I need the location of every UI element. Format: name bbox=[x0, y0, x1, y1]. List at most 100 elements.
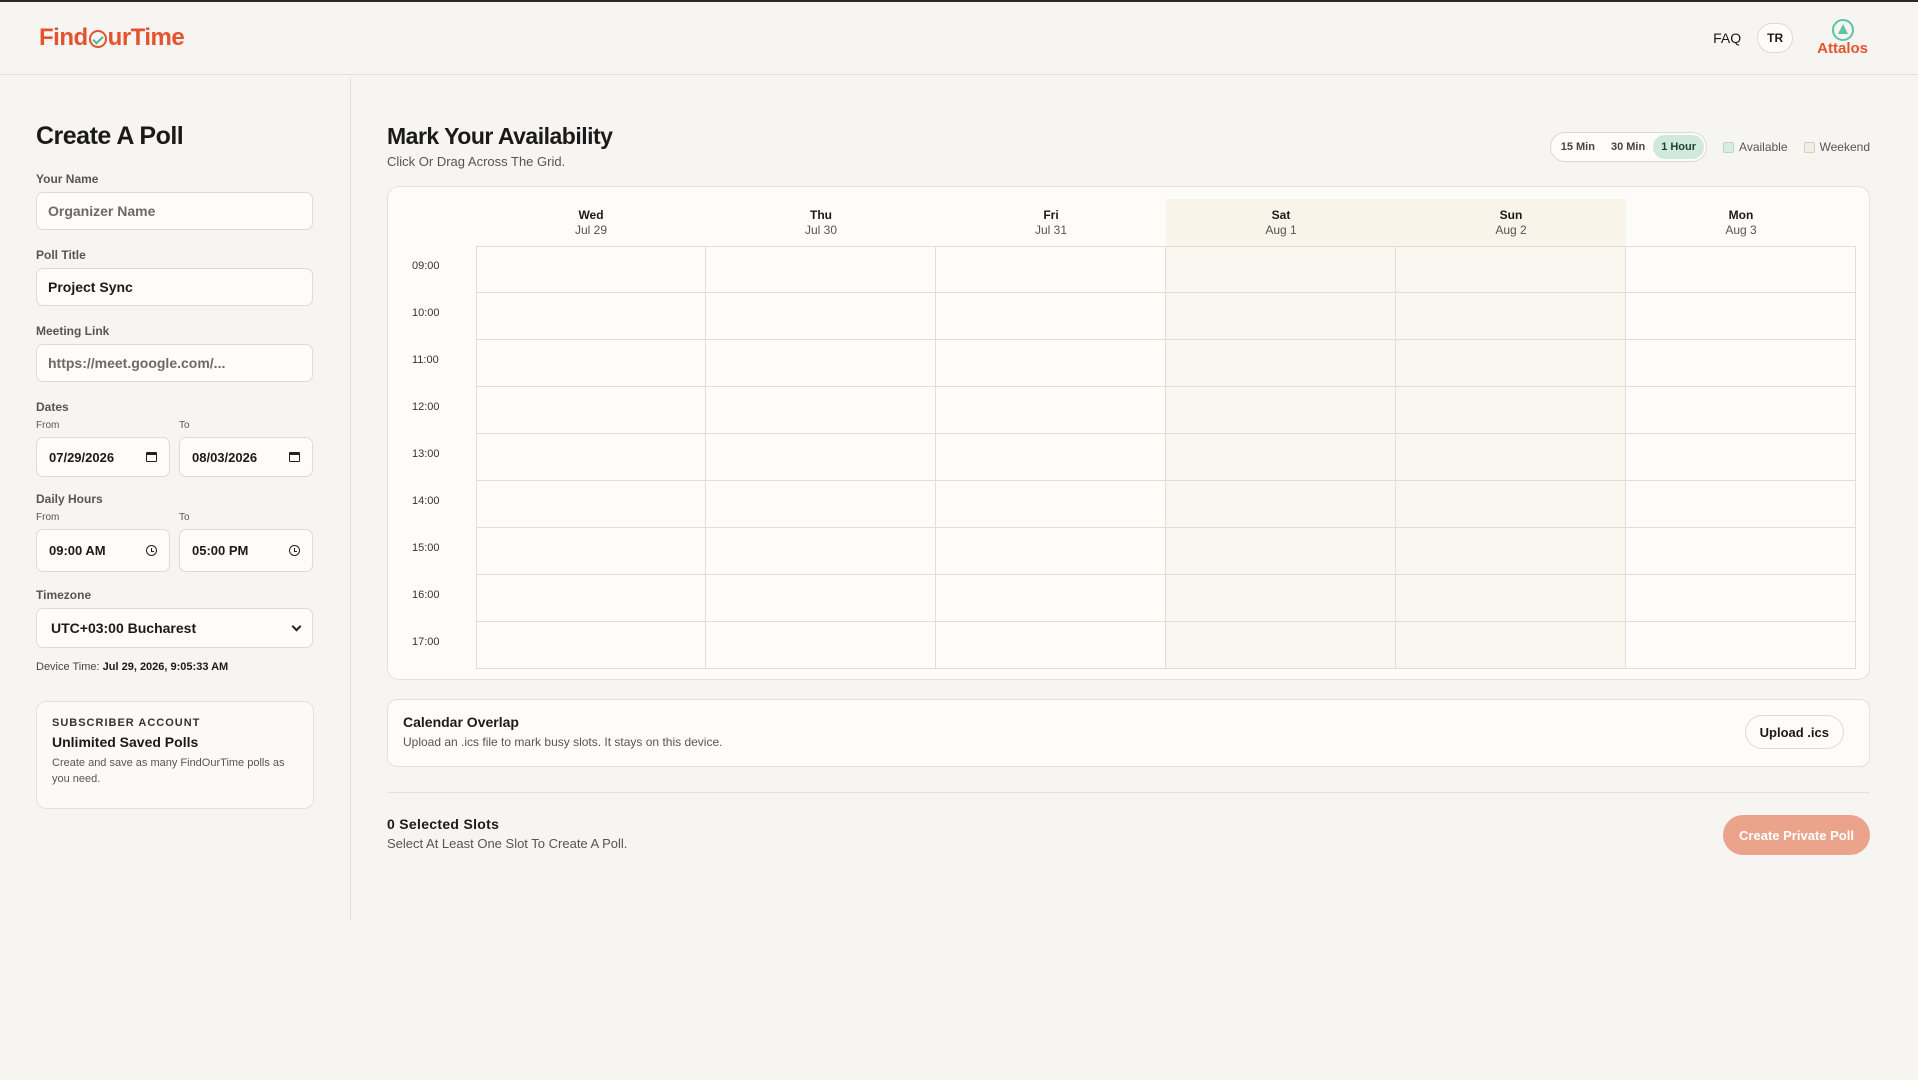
day-name: Mon bbox=[1728, 208, 1754, 222]
timezone-select[interactable]: UTC+03:00 Bucharest bbox=[36, 608, 313, 648]
time-slot-cell[interactable] bbox=[476, 434, 706, 481]
granularity-toggle: 15 Min 30 Min 1 Hour bbox=[1549, 132, 1708, 162]
time-slot-cell[interactable] bbox=[936, 528, 1166, 575]
time-slot-cell[interactable] bbox=[936, 246, 1166, 293]
time-slot-cell[interactable] bbox=[476, 340, 706, 387]
legend-weekend: Weekend bbox=[1803, 140, 1870, 154]
hour-label: 16:00 bbox=[412, 589, 440, 601]
granularity-1-hour[interactable]: 1 Hour bbox=[1653, 135, 1705, 159]
time-slot-cell[interactable] bbox=[936, 434, 1166, 481]
time-slot-cell[interactable] bbox=[1166, 293, 1396, 340]
time-slot-cell[interactable] bbox=[706, 340, 936, 387]
time-slot-cell[interactable] bbox=[1166, 528, 1396, 575]
day-header-mon: Mon Aug 3 bbox=[1626, 199, 1856, 246]
time-slot-cell[interactable] bbox=[706, 293, 936, 340]
time-slot-cell[interactable] bbox=[936, 481, 1166, 528]
chevron-down-icon bbox=[291, 621, 302, 631]
date-to-input[interactable]: 08/03/2026 bbox=[179, 437, 313, 477]
time-slot-cell[interactable] bbox=[1166, 481, 1396, 528]
time-slot-cell[interactable] bbox=[1396, 293, 1626, 340]
clock-icon[interactable] bbox=[146, 545, 157, 556]
time-slot-cell[interactable] bbox=[706, 528, 936, 575]
day-header-sun: Sun Aug 2 bbox=[1396, 199, 1626, 246]
time-slot-cell[interactable] bbox=[1626, 622, 1856, 669]
time-slot-cell[interactable] bbox=[476, 293, 706, 340]
hours-to-value: 05:00 PM bbox=[192, 543, 249, 558]
time-slot-cell[interactable] bbox=[476, 481, 706, 528]
time-slot-cell[interactable] bbox=[1396, 575, 1626, 622]
time-slot-cell[interactable] bbox=[1626, 575, 1856, 622]
logo[interactable]: Find ur Time bbox=[39, 24, 185, 52]
time-slot-cell[interactable] bbox=[1396, 528, 1626, 575]
time-slot-cell[interactable] bbox=[1626, 340, 1856, 387]
create-private-poll-button[interactable]: Create Private Poll bbox=[1723, 815, 1870, 855]
time-slot-cell[interactable] bbox=[476, 575, 706, 622]
time-slot-cell[interactable] bbox=[1166, 340, 1396, 387]
time-slot-cell[interactable] bbox=[706, 622, 936, 669]
faq-link[interactable]: FAQ bbox=[1713, 30, 1741, 46]
meeting-link-input[interactable]: https://meet.google.com/... bbox=[36, 344, 313, 382]
time-slot-cell[interactable] bbox=[476, 246, 706, 293]
time-slot-cell[interactable] bbox=[706, 246, 936, 293]
partner-logo[interactable]: Attalos bbox=[1817, 19, 1868, 57]
hour-label: 13:00 bbox=[412, 448, 440, 460]
time-slot-cell[interactable] bbox=[1166, 387, 1396, 434]
time-slot-cell[interactable] bbox=[936, 387, 1166, 434]
time-slot-cell[interactable] bbox=[1626, 434, 1856, 481]
time-slot-cell[interactable] bbox=[706, 434, 936, 481]
time-slot-cell[interactable] bbox=[476, 528, 706, 575]
legend-available-label: Available bbox=[1739, 140, 1788, 154]
hours-to-input[interactable]: 05:00 PM bbox=[179, 529, 313, 572]
granularity-15-min[interactable]: 15 Min bbox=[1553, 135, 1603, 159]
create-poll-sidebar: Create A Poll Your Name Organizer Name P… bbox=[0, 77, 351, 920]
day-date: Aug 1 bbox=[1265, 223, 1297, 237]
language-toggle[interactable]: TR bbox=[1757, 23, 1794, 53]
time-slot-cell[interactable] bbox=[1626, 481, 1856, 528]
day-header-fri: Fri Jul 31 bbox=[936, 199, 1166, 246]
time-slot-cell[interactable] bbox=[1396, 340, 1626, 387]
time-slot-cell[interactable] bbox=[1396, 246, 1626, 293]
hour-label: 10:00 bbox=[412, 307, 440, 319]
calendar-icon[interactable] bbox=[289, 452, 300, 462]
daily-hours-label: Daily Hours bbox=[36, 492, 103, 506]
time-slot-cell[interactable] bbox=[476, 387, 706, 434]
time-slot-cell[interactable] bbox=[1626, 246, 1856, 293]
hour-label: 14:00 bbox=[412, 495, 440, 507]
logo-time-text: Time bbox=[130, 24, 185, 51]
time-slot-cell[interactable] bbox=[1396, 387, 1626, 434]
day-date: Jul 29 bbox=[574, 223, 608, 237]
time-slot-cell[interactable] bbox=[706, 575, 936, 622]
time-slot-cell[interactable] bbox=[1166, 575, 1396, 622]
time-slot-cell[interactable] bbox=[706, 387, 936, 434]
time-slot-cell[interactable] bbox=[706, 481, 936, 528]
time-slot-cell[interactable] bbox=[1396, 434, 1626, 481]
clock-icon[interactable] bbox=[289, 545, 300, 556]
poll-title-input[interactable]: Project Sync bbox=[36, 268, 313, 306]
time-slot-cell[interactable] bbox=[936, 575, 1166, 622]
date-from-label: From bbox=[36, 420, 60, 431]
time-slot-cell[interactable] bbox=[1396, 481, 1626, 528]
time-slot-cell[interactable] bbox=[936, 340, 1166, 387]
logo-our-text: ur bbox=[107, 24, 132, 51]
day-header-sat: Sat Aug 1 bbox=[1166, 199, 1396, 246]
time-slot-cell[interactable] bbox=[1166, 622, 1396, 669]
upload-ics-button[interactable]: Upload .ics bbox=[1744, 715, 1844, 749]
time-slot-cell[interactable] bbox=[936, 622, 1166, 669]
hours-from-input[interactable]: 09:00 AM bbox=[36, 529, 170, 572]
time-slot-cell[interactable] bbox=[476, 622, 706, 669]
your-name-input[interactable]: Organizer Name bbox=[36, 192, 313, 230]
time-slot-cell[interactable] bbox=[1166, 246, 1396, 293]
time-slot-cell[interactable] bbox=[1626, 387, 1856, 434]
time-slot-cell[interactable] bbox=[936, 293, 1166, 340]
time-slot-cell[interactable] bbox=[1396, 622, 1626, 669]
time-slot-cell[interactable] bbox=[1626, 293, 1856, 340]
time-slot-cell[interactable] bbox=[1626, 528, 1856, 575]
time-slot-cell[interactable] bbox=[1166, 434, 1396, 481]
grid-controls: 15 Min 30 Min 1 Hour Available Weekend bbox=[1549, 132, 1870, 162]
legend-weekend-label: Weekend bbox=[1819, 140, 1870, 154]
granularity-30-min[interactable]: 30 Min bbox=[1603, 135, 1653, 159]
calendar-icon[interactable] bbox=[146, 452, 157, 462]
availability-grid: Wed Jul 29 Thu Jul 30 Fri Jul 31 Sat Aug 1 Sun Au… bbox=[400, 199, 1856, 669]
date-from-input[interactable]: 07/29/2026 bbox=[36, 437, 170, 477]
device-time-label: Device Time: bbox=[36, 661, 100, 673]
